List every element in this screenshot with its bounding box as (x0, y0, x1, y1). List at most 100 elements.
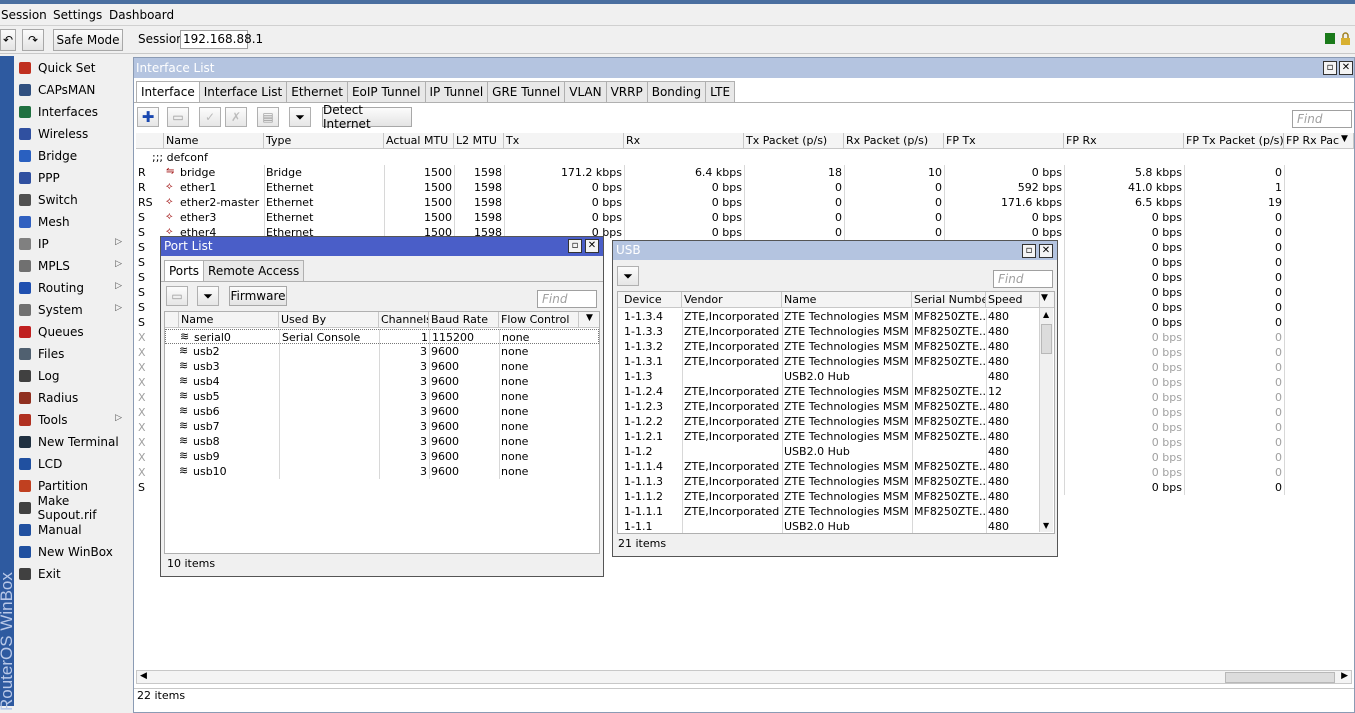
table-row[interactable]: 1-1.3 USB2.0 Hub 480 (618, 369, 1038, 384)
sidebar-item-interfaces[interactable]: Interfaces (16, 101, 130, 123)
sidebar-item-radius[interactable]: Radius (16, 387, 130, 409)
undo-button[interactable]: ↶ (0, 29, 16, 51)
firmware-button[interactable]: Firmware (229, 286, 287, 306)
menu-settings[interactable]: Settings (53, 8, 102, 22)
filter-button[interactable]: ⏷ (289, 107, 311, 127)
scroll-right-icon[interactable]: ▶ (1341, 671, 1348, 681)
sidebar-item-manual[interactable]: Manual (16, 519, 130, 541)
column-header-fp-tx[interactable]: FP Tx (944, 133, 1064, 149)
session-input[interactable]: 192.168.88.1 (180, 30, 263, 49)
tab-ip-tunnel[interactable]: IP Tunnel (424, 81, 489, 102)
table-row[interactable]: 1-1.2.1 ZTE,Incorporated ZTE Technologies … (618, 429, 1038, 444)
scroll-thumb[interactable] (1225, 672, 1335, 683)
table-row[interactable]: 1-1.2 USB2.0 Hub 480 (618, 444, 1038, 459)
tab-remote-access[interactable]: Remote Access (203, 260, 305, 281)
tab-gre-tunnel[interactable]: GRE Tunnel (487, 81, 566, 102)
column-dropdown-icon[interactable]: ▼ (1041, 293, 1048, 303)
maximize-icon[interactable]: ▫ (1022, 244, 1036, 258)
table-row[interactable]: ≋ usb2 3 9600 none (165, 344, 599, 359)
safe-mode-button[interactable]: Safe Mode (53, 29, 123, 51)
tab-eoip-tunnel[interactable]: EoIP Tunnel (346, 81, 426, 102)
add-button[interactable]: ✚ (137, 107, 159, 127)
table-row[interactable]: 1-1.1.1 ZTE,Incorporated ZTE Technologies … (618, 504, 1038, 519)
close-icon[interactable]: ✕ (1039, 244, 1053, 258)
table-row[interactable]: 1-1.1.4 ZTE,Incorporated ZTE Technologies … (618, 459, 1038, 474)
sidebar-item-mpls[interactable]: MPLS ▷ (16, 255, 130, 277)
sidebar-item-queues[interactable]: Queues (16, 321, 130, 343)
menu-dashboard[interactable]: Dashboard (109, 8, 174, 22)
sidebar-item-switch[interactable]: Switch (16, 189, 130, 211)
table-row[interactable]: 1-1.3.3 ZTE,Incorporated ZTE Technologies … (618, 324, 1038, 339)
tab-ports[interactable]: Ports (164, 260, 205, 281)
table-row[interactable]: 1-1.1.3 ZTE,Incorporated ZTE Technologies … (618, 474, 1038, 489)
tab-interface-list[interactable]: Interface List (198, 81, 288, 102)
table-row[interactable]: ≋ usb6 3 9600 none (165, 404, 599, 419)
disable-button[interactable]: ✗ (225, 107, 247, 127)
table-row[interactable]: ≋ usb5 3 9600 none (165, 389, 599, 404)
column-header-name[interactable]: Name (179, 312, 279, 328)
sidebar-item-quick-set[interactable]: Quick Set (16, 57, 130, 79)
table-row[interactable]: 1-1.1.2 ZTE,Incorporated ZTE Technologies … (618, 489, 1038, 504)
remove-button[interactable]: ▭ (167, 107, 189, 127)
table-row[interactable]: ≋ usb3 3 9600 none (165, 359, 599, 374)
column-header-actual-mtu[interactable]: Actual MTU (384, 133, 454, 149)
table-row[interactable]: 1-1.3.2 ZTE,Incorporated ZTE Technologies … (618, 339, 1038, 354)
column-header-name[interactable]: Name (164, 133, 264, 149)
column-header-speed[interactable]: Speed (986, 292, 1040, 308)
tab-vlan[interactable]: VLAN (564, 81, 607, 102)
column-header-channels[interactable]: Channels (379, 312, 429, 328)
detect-internet-button[interactable]: Detect Internet (322, 103, 412, 131)
column-header-device[interactable]: Device (622, 292, 682, 308)
filter-button[interactable]: ⏷ (617, 266, 639, 286)
column-header-serial-number[interactable]: Serial Number (912, 292, 986, 308)
column-header-rx-packet-p-s-[interactable]: Rx Packet (p/s) (844, 133, 944, 149)
column-header-l2-mtu[interactable]: L2 MTU (454, 133, 504, 149)
sidebar-item-log[interactable]: Log (16, 365, 130, 387)
sidebar-item-routing[interactable]: Routing ▷ (16, 277, 130, 299)
port-find-input[interactable]: Find (537, 290, 597, 308)
column-header-rx[interactable]: Rx (624, 133, 744, 149)
sidebar-item-ip[interactable]: IP ▷ (16, 233, 130, 255)
table-row[interactable]: ≋ serial0 Serial Console 1 115200 none (165, 329, 599, 344)
tab-lte[interactable]: LTE (705, 81, 736, 102)
sidebar-item-wireless[interactable]: Wireless (16, 123, 130, 145)
column-header-tx[interactable]: Tx (504, 133, 624, 149)
table-row[interactable]: Rether1 Ethernet 1500 1598 0 bps 0 bps 0 0 592 b… (136, 180, 1336, 195)
column-header-baud-rate[interactable]: Baud Rate (429, 312, 499, 328)
column-header-tx-packet-p-s-[interactable]: Tx Packet (p/s) (744, 133, 844, 149)
tab-bonding[interactable]: Bonding (646, 81, 707, 102)
column-header-name[interactable]: Name (782, 292, 912, 308)
tab-interface[interactable]: Interface (136, 81, 200, 102)
table-row[interactable]: ≋ usb8 3 9600 none (165, 434, 599, 449)
sidebar-item-mesh[interactable]: Mesh (16, 211, 130, 233)
sidebar-item-capsman[interactable]: CAPsMAN (16, 79, 130, 101)
usb-find-input[interactable]: Find (993, 270, 1053, 288)
tab-ethernet[interactable]: Ethernet (286, 81, 348, 102)
filter-button[interactable]: ⏷ (197, 286, 219, 306)
sidebar-item-tools[interactable]: Tools ▷ (16, 409, 130, 431)
scroll-up-icon[interactable]: ▲ (1043, 310, 1049, 319)
tab-vrrp[interactable]: VRRP (605, 81, 648, 102)
table-row[interactable]: ≋ usb10 3 9600 none (165, 464, 599, 479)
sidebar-item-lcd[interactable]: LCD (16, 453, 130, 475)
redo-button[interactable]: ↷ (22, 29, 44, 51)
close-icon[interactable]: ✕ (1339, 61, 1353, 75)
table-row[interactable]: 1-1.3.4 ZTE,Incorporated ZTE Technologies … (618, 309, 1038, 324)
horizontal-scrollbar[interactable]: ◀ ▶ (136, 670, 1352, 684)
enable-button[interactable]: ✓ (199, 107, 221, 127)
menu-session[interactable]: Session (1, 8, 47, 22)
table-row[interactable]: RS ether2-master Ethernet 1500 1598 0 bps 0 bp… (136, 195, 1336, 210)
table-row[interactable]: 1-1.2.4 ZTE,Incorporated ZTE Technologies … (618, 384, 1038, 399)
scroll-down-icon[interactable]: ▼ (1043, 521, 1049, 530)
column-header-used-by[interactable]: Used By (279, 312, 379, 328)
column-dropdown-icon[interactable]: ▼ (586, 313, 593, 323)
table-row[interactable]: ≋ usb7 3 9600 none (165, 419, 599, 434)
table-row[interactable]: Rbridge Bridge 1500 1598 171.2 kbps 6.4 kbps 1… (136, 165, 1336, 180)
column-header-type[interactable]: Type (264, 133, 384, 149)
close-icon[interactable]: ✕ (585, 239, 599, 253)
sidebar-item-make-supout-rif[interactable]: Make Supout.rif (16, 494, 130, 522)
remove-button[interactable]: ▭ (166, 286, 188, 306)
table-row[interactable]: ≋ usb4 3 9600 none (165, 374, 599, 389)
maximize-icon[interactable]: ▫ (568, 239, 582, 253)
scroll-thumb[interactable] (1041, 324, 1052, 354)
